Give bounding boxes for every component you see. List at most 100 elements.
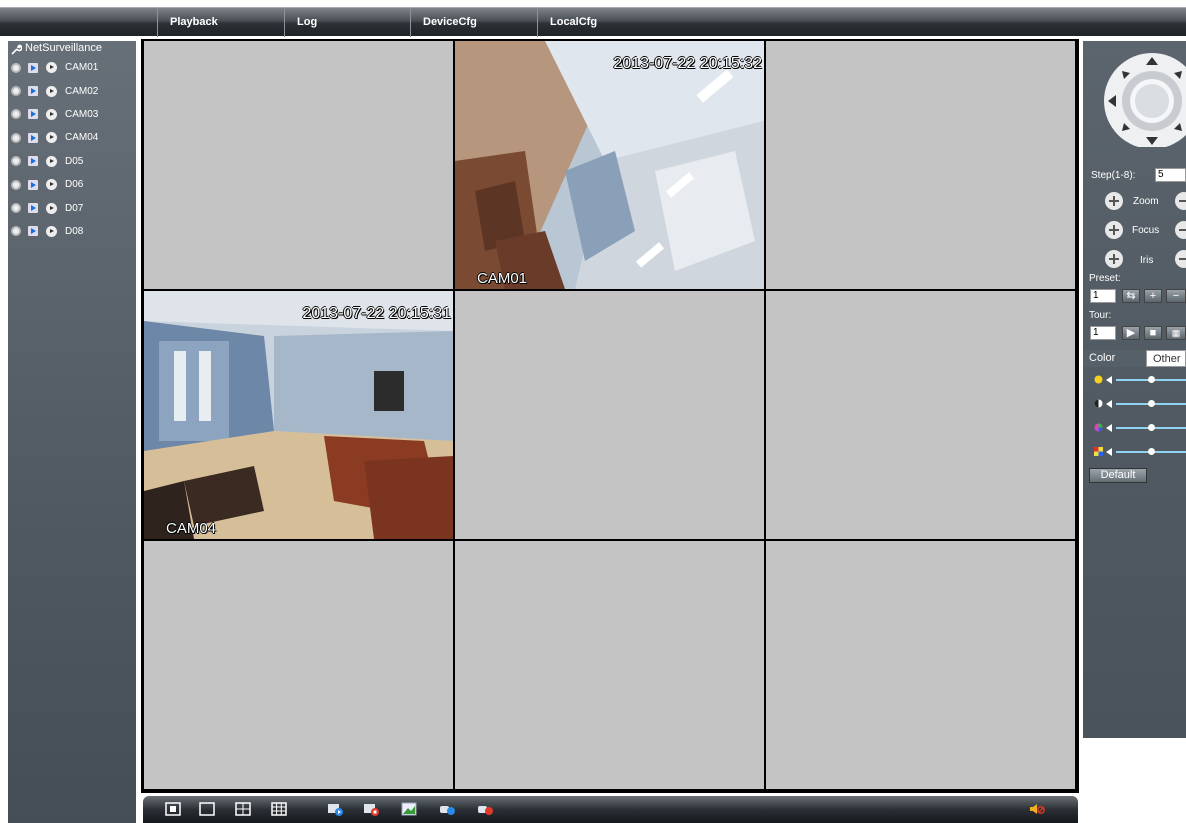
connect-icon[interactable] xyxy=(11,179,21,190)
device-tree: NetSurveillance CAM01 CAM02 CAM03 CAM04 D05 D… xyxy=(8,41,136,823)
snapshot-icon[interactable] xyxy=(401,802,417,816)
video-cell-5[interactable] xyxy=(455,291,764,539)
tour-input[interactable]: 1 xyxy=(1090,326,1116,340)
fullscreen-icon[interactable] xyxy=(165,802,181,816)
preset-add-button[interactable]: + xyxy=(1144,289,1162,303)
play-icon[interactable] xyxy=(28,203,38,214)
video-cell-1[interactable] xyxy=(144,41,453,289)
tree-root[interactable]: NetSurveillance xyxy=(8,41,136,56)
record-toggle-icon[interactable] xyxy=(46,108,57,120)
record-toggle-icon[interactable] xyxy=(46,132,57,144)
menu-devicecfg[interactable]: DeviceCfg xyxy=(410,8,537,37)
play-icon[interactable] xyxy=(28,179,38,190)
connect-icon[interactable] xyxy=(11,156,21,167)
slider-decrease-icon[interactable] xyxy=(1106,376,1112,384)
video-cell-2[interactable]: 2013-07-22 20:15:32 CAM01 xyxy=(455,41,764,289)
zoom-out-button[interactable] xyxy=(1175,192,1186,210)
channel-row-cam03[interactable]: CAM03 xyxy=(8,103,136,126)
record-toggle-icon[interactable] xyxy=(46,202,57,214)
video-cell-3[interactable] xyxy=(766,41,1075,289)
focus-near-button[interactable] xyxy=(1105,221,1123,239)
nine-view-icon[interactable] xyxy=(271,802,287,816)
connect-icon[interactable] xyxy=(11,86,21,97)
channel-row-cam01[interactable]: CAM01 xyxy=(8,56,136,79)
video-cell-7[interactable] xyxy=(144,541,453,789)
ptz-joystick[interactable] xyxy=(1093,49,1186,147)
osd-timestamp: 2013-07-22 20:15:31 xyxy=(302,305,451,322)
channel-label: CAM02 xyxy=(65,85,99,97)
play-icon[interactable] xyxy=(28,156,38,167)
camera-feed-image xyxy=(455,41,764,289)
channel-label: CAM03 xyxy=(65,108,99,120)
menu-localcfg[interactable]: LocalCfg xyxy=(537,8,664,37)
bottom-toolbar xyxy=(143,796,1078,823)
connect-icon[interactable] xyxy=(11,132,21,143)
mute-icon[interactable] xyxy=(1029,802,1045,816)
quad-view-icon[interactable] xyxy=(235,802,251,816)
channel-label: D08 xyxy=(65,225,84,237)
tree-root-label: NetSurveillance xyxy=(25,42,103,54)
slider-decrease-icon[interactable] xyxy=(1106,448,1112,456)
focus-far-button[interactable] xyxy=(1175,221,1186,239)
video-cell-4[interactable]: 2013-07-22 20:15:31 CAM04 xyxy=(144,291,453,539)
osd-timestamp: 2013-07-22 20:15:32 xyxy=(613,55,762,72)
zoom-label: Zoom xyxy=(1133,196,1159,207)
tour-stop-button[interactable]: ■ xyxy=(1144,326,1162,340)
channel-row-cam04[interactable]: CAM04 xyxy=(8,126,136,149)
top-menu-bar: Playback Log DeviceCfg LocalCfg xyxy=(0,7,1186,37)
channel-row-d06[interactable]: D06 xyxy=(8,173,136,196)
play-icon[interactable] xyxy=(28,62,38,73)
saturation-slider[interactable] xyxy=(1093,421,1186,435)
step-input[interactable]: 5 xyxy=(1155,168,1186,182)
preset-delete-button[interactable]: − xyxy=(1166,289,1186,303)
connect-icon[interactable] xyxy=(11,203,21,214)
connect-icon[interactable] xyxy=(11,226,21,237)
play-icon[interactable] xyxy=(28,226,38,237)
preset-input[interactable]: 1 xyxy=(1090,289,1116,303)
slider-decrease-icon[interactable] xyxy=(1106,400,1112,408)
step-label: Step(1-8): xyxy=(1091,170,1136,181)
brightness-slider[interactable] xyxy=(1093,373,1186,387)
ptz-panel: Step(1-8): 5 Zoom Focus Iris Preset: 1 ⇆… xyxy=(1083,41,1186,738)
channel-label: D06 xyxy=(65,179,84,191)
channel-row-d07[interactable]: D07 xyxy=(8,196,136,219)
default-button[interactable]: Default xyxy=(1089,468,1147,483)
record-toggle-icon[interactable] xyxy=(46,225,57,237)
iris-close-button[interactable] xyxy=(1175,250,1186,268)
single-view-icon[interactable] xyxy=(199,802,215,816)
stop-all-icon[interactable] xyxy=(363,802,379,816)
tab-other[interactable]: Other xyxy=(1146,350,1186,367)
video-cell-6[interactable] xyxy=(766,291,1075,539)
play-icon[interactable] xyxy=(28,86,38,97)
channel-label: CAM01 xyxy=(65,62,99,74)
record-toggle-icon[interactable] xyxy=(46,85,57,97)
record-toggle-icon[interactable] xyxy=(46,62,57,74)
menu-playback[interactable]: Playback xyxy=(157,8,284,37)
tour-label: Tour: xyxy=(1089,310,1112,321)
play-icon[interactable] xyxy=(28,132,38,143)
zoom-in-button[interactable] xyxy=(1105,192,1123,210)
connect-icon[interactable] xyxy=(11,109,21,120)
record-toggle-icon[interactable] xyxy=(46,179,57,191)
video-cell-8[interactable] xyxy=(455,541,764,789)
play-icon[interactable] xyxy=(28,109,38,120)
connect-icon[interactable] xyxy=(11,62,21,73)
channel-row-d08[interactable]: D08 xyxy=(8,220,136,243)
tab-color[interactable]: Color xyxy=(1083,350,1146,367)
wrench-icon xyxy=(11,44,22,55)
iris-open-button[interactable] xyxy=(1105,250,1123,268)
video-cell-9[interactable] xyxy=(766,541,1075,789)
tour-grid-button[interactable]: ▦ xyxy=(1166,326,1186,340)
record-toggle-icon[interactable] xyxy=(46,155,57,167)
preset-goto-button[interactable]: ⇆ xyxy=(1122,289,1140,303)
record-icon[interactable] xyxy=(439,802,455,816)
stop-record-icon[interactable] xyxy=(477,802,493,816)
contrast-slider[interactable] xyxy=(1093,397,1186,411)
channel-row-cam02[interactable]: CAM02 xyxy=(8,79,136,102)
slider-decrease-icon[interactable] xyxy=(1106,424,1112,432)
start-all-icon[interactable] xyxy=(327,802,343,816)
hue-slider[interactable] xyxy=(1093,445,1186,459)
menu-log[interactable]: Log xyxy=(284,8,410,37)
channel-row-d05[interactable]: D05 xyxy=(8,150,136,173)
tour-start-button[interactable]: ▶ xyxy=(1122,326,1140,340)
